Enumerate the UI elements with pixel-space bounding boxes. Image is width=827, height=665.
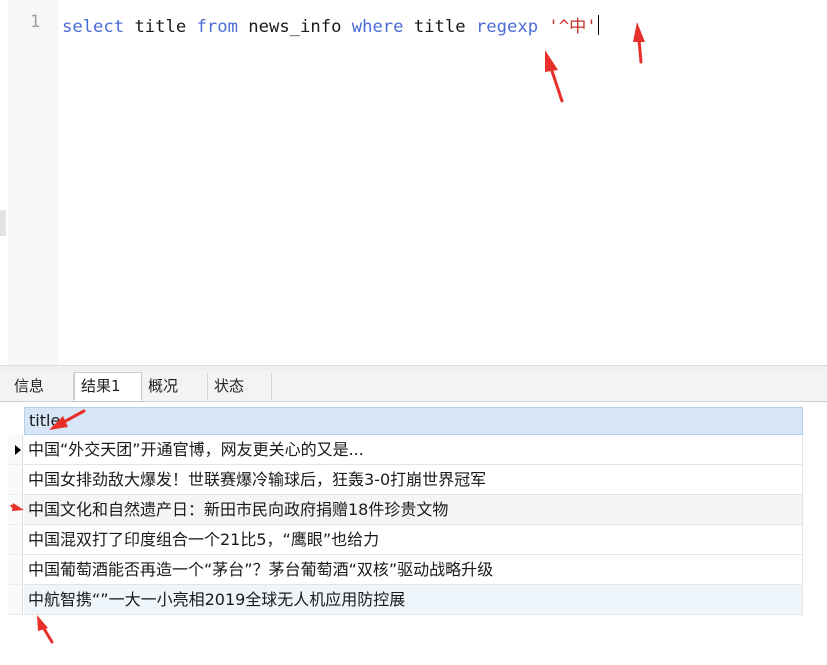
table-cell[interactable]: 中国混双打了印度组合一个21比5，“鹰眼”也给力 [24,525,803,555]
sql-code-line[interactable]: select title from news_info where title … [62,12,599,37]
tab-info[interactable]: 信息 [8,373,74,400]
row-indicator[interactable] [8,435,23,465]
result-grid: title 中国“外交天团”开通官博，网友更关心的又是... 中国女排劲敌大爆发… [8,407,803,615]
table-cell[interactable]: 中国女排劲敌大爆发！世联赛爆冷输球后，狂轰3-0打崩世界冠军 [24,465,803,495]
table-row[interactable]: 中国女排劲敌大爆发！世联赛爆冷输球后，狂轰3-0打崩世界冠军 [8,465,803,495]
annotation-arrow-icon [37,615,54,644]
row-indicator[interactable] [8,555,23,585]
keyword-where: where [351,17,404,37]
column-title: title [124,17,197,37]
column-header-title[interactable]: title [24,407,803,435]
table-row[interactable]: 中航智携“”一大一小亮相2019全球无人机应用防控展 [8,585,803,615]
table-name: news_info [237,17,352,37]
line-number-gutter [8,0,58,365]
header-corner [8,407,23,435]
result-tab-bar: 信息 结果1 概况 状态 [0,371,827,402]
current-row-pointer-icon [15,445,21,455]
tab-result-1[interactable]: 结果1 [74,372,142,401]
table-cell[interactable]: 中国文化和自然遗产日：新田市民向政府捐赠18件珍贵文物 [24,495,803,525]
sql-editor[interactable]: 1 select title from news_info where titl… [0,0,827,365]
line-number: 1 [30,12,41,32]
table-row[interactable]: 中国文化和自然遗产日：新田市民向政府捐赠18件珍贵文物 [8,495,803,525]
tab-status[interactable]: 状态 [208,373,272,400]
splitter-handle[interactable] [0,210,6,236]
tab-overview[interactable]: 概况 [142,373,208,400]
table-row[interactable]: 中国葡萄酒能否再造一个“茅台”？茅台葡萄酒“双核”驱动战略升级 [8,555,803,585]
table-row[interactable]: 中国“外交天团”开通官博，网友更关心的又是... [8,435,803,465]
table-row[interactable]: 中国混双打了印度组合一个21比5，“鹰眼”也给力 [8,525,803,555]
table-cell[interactable]: 中航智携“”一大一小亮相2019全球无人机应用防控展 [24,585,803,615]
row-indicator[interactable] [8,585,23,615]
regex-pattern-string: '^中' [548,17,597,37]
keyword-regexp: regexp [475,17,539,37]
row-indicator[interactable] [8,465,23,495]
keyword-from: from [196,17,238,37]
row-indicator[interactable] [8,525,23,555]
column-title-condition: title [403,17,476,37]
row-indicator[interactable] [8,495,23,525]
table-cell[interactable]: 中国葡萄酒能否再造一个“茅台”？茅台葡萄酒“双核”驱动战略升级 [24,555,803,585]
table-cell[interactable]: 中国“外交天团”开通官博，网友更关心的又是... [24,435,803,465]
text-caret [597,15,599,35]
grid-header: title [8,407,803,435]
keyword-select: select [62,17,125,37]
